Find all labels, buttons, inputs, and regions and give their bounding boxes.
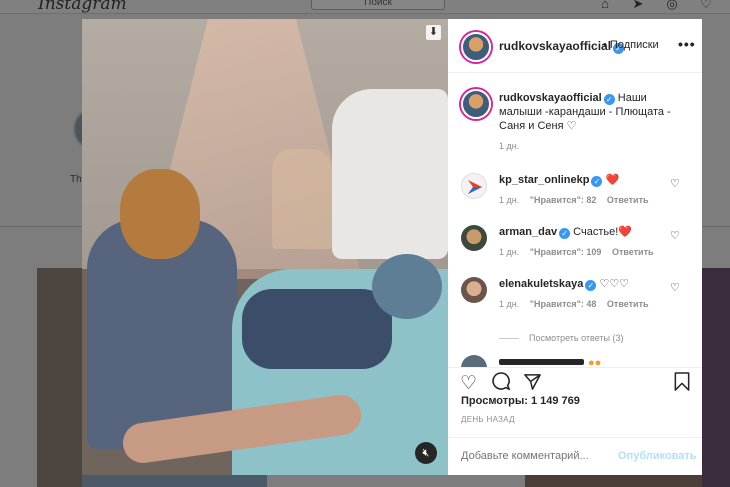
comment-text: arman_dav ✓ Счастье!❤️ — [499, 225, 674, 239]
caption-emoji: ♡ — [566, 120, 577, 132]
direct-icon[interactable]: ➤ — [630, 0, 646, 11]
comment-text: kp_star_onlinekp ✓ ❤️ — [499, 173, 674, 187]
activity-heart-icon[interactable]: ♡ — [698, 0, 714, 11]
comment-meta: 1 дн. "Нравится": 82 Ответить — [499, 195, 657, 205]
verified-badge-icon: ✓ — [559, 228, 571, 239]
story-label: Th — [70, 174, 82, 185]
caption-age[interactable]: 1 дн. — [499, 141, 519, 151]
comment-icon[interactable] — [491, 371, 511, 397]
video-frame-child-head — [120, 169, 200, 259]
heart-icon[interactable]: ♡ — [460, 372, 477, 395]
video-frame-baby — [242, 289, 392, 369]
search-input[interactable]: Поиск — [311, 0, 445, 10]
feed-tile[interactable] — [702, 268, 730, 487]
explore-icon[interactable]: ◎ — [664, 0, 680, 11]
bookmark-icon[interactable] — [674, 372, 690, 397]
comment-input[interactable] — [461, 450, 611, 462]
comment-body: ❤️ — [605, 174, 620, 186]
comment-avatar[interactable] — [461, 355, 487, 367]
feed-tile[interactable] — [82, 475, 267, 487]
instagram-logo[interactable]: Instagram — [38, 0, 127, 14]
view-replies-button[interactable]: Посмотреть ответы (3) — [499, 333, 624, 343]
comment-meta: 1 дн. "Нравится": 109 Ответить — [499, 247, 662, 257]
comment-age[interactable]: 1 дн. — [499, 247, 519, 257]
comment-avatar[interactable] — [461, 173, 487, 199]
comment-avatar[interactable] — [461, 225, 487, 251]
comment-like-heart-icon[interactable]: ♡ — [670, 281, 680, 294]
comments-list[interactable]: rudkovskayaofficial ✓ Наши малыши -каранд… — [448, 73, 702, 367]
reply-button[interactable]: Ответить — [612, 247, 654, 257]
comment-body: Счастье!❤️ — [573, 226, 632, 238]
post-actions: ♡ — [448, 367, 702, 397]
comment-meta: 1 дн. "Нравится": 48 Ответить — [499, 299, 657, 309]
more-options-icon[interactable]: ••• — [678, 36, 696, 52]
follow-label[interactable]: Подписки — [610, 39, 659, 51]
muted-speaker-icon[interactable]: 🔇︎ — [415, 442, 437, 464]
author-avatar[interactable] — [461, 32, 491, 62]
view-count[interactable]: Просмотры: 1 149 769 — [461, 395, 580, 407]
comment-username[interactable]: arman_dav — [499, 226, 557, 238]
caption-meta: 1 дн. — [499, 141, 527, 151]
publish-button[interactable]: Опубликовать — [618, 450, 697, 462]
post-header: rudkovskayaofficial ✓ • Подписки ••• — [448, 19, 702, 73]
comment-like-heart-icon[interactable]: ♡ — [670, 177, 680, 190]
reply-button[interactable]: Ответить — [607, 299, 649, 309]
verified-badge-icon: ✓ — [591, 176, 603, 187]
comment-likes[interactable]: "Нравится": 48 — [530, 299, 597, 309]
kp-star-logo-icon — [468, 180, 482, 194]
background-header: Instagram Поиск ⌂ ➤ ◎ ♡ — [0, 0, 730, 14]
feed-tile[interactable] — [37, 268, 82, 487]
comment-text: elenakuletskaya ✓ ♡♡♡ — [499, 277, 674, 291]
comment-emoji-partial: ●● — [588, 357, 602, 367]
post-detail-panel: rudkovskayaofficial ✓ • Подписки ••• rudk… — [448, 19, 702, 475]
download-icon[interactable]: ⬇ — [426, 25, 441, 40]
comment-username[interactable]: kp_star_onlinekp — [499, 174, 589, 186]
comment-age[interactable]: 1 дн. — [499, 195, 519, 205]
caption-text: rudkovskayaofficial ✓ Наши малыши -каранд… — [499, 91, 674, 133]
feed-tile[interactable] — [525, 475, 702, 487]
comment-age[interactable]: 1 дн. — [499, 299, 519, 309]
reply-button[interactable]: Ответить — [607, 195, 649, 205]
share-icon[interactable] — [523, 372, 542, 397]
comment-avatar[interactable] — [461, 277, 487, 303]
follow-status[interactable]: • Подписки — [603, 39, 659, 51]
add-comment-bar: Опубликовать — [448, 437, 702, 475]
video-frame-pillow — [332, 89, 448, 259]
post-date[interactable]: ДЕНЬ НАЗАД — [461, 415, 515, 424]
comment-body: ♡♡♡ — [599, 278, 630, 290]
author-avatar[interactable] — [461, 89, 491, 119]
comment-username[interactable]: elenakuletskaya — [499, 278, 583, 290]
verified-badge-icon: ✓ — [585, 280, 597, 291]
comment-like-heart-icon[interactable]: ♡ — [670, 229, 680, 242]
verified-badge-icon: ✓ — [603, 94, 615, 105]
caption-username[interactable]: rudkovskayaofficial — [499, 92, 602, 104]
comment-likes[interactable]: "Нравится": 82 — [530, 195, 597, 205]
comment-username-partial[interactable] — [499, 359, 584, 365]
comment-likes[interactable]: "Нравится": 109 — [530, 247, 602, 257]
home-icon[interactable]: ⌂ — [597, 0, 613, 11]
author-username[interactable]: rudkovskayaofficial — [499, 39, 611, 53]
video-frame-baby-hat — [372, 254, 442, 319]
post-video[interactable] — [82, 19, 448, 475]
